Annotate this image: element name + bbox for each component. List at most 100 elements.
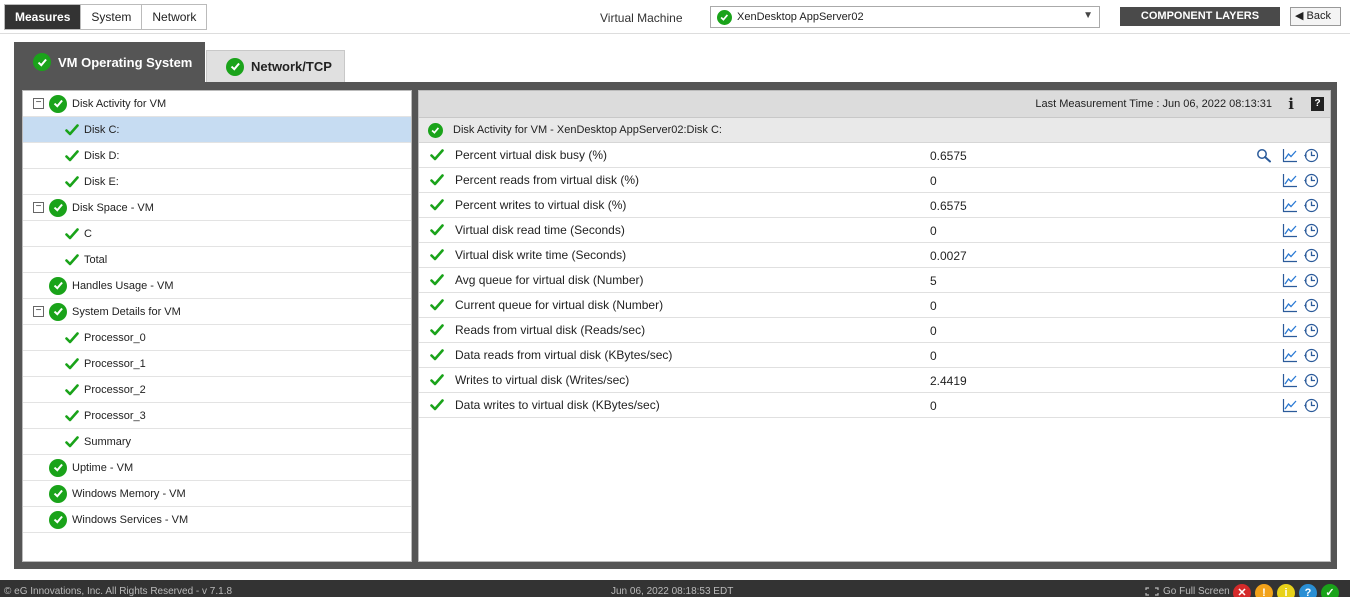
measure-row: Percent virtual disk busy (%) 0.6575 <box>419 143 1330 168</box>
tree-item-label: Disk Activity for VM <box>72 97 167 110</box>
tree-item-label: Summary <box>84 435 132 448</box>
alarm-indicators: ✕! i? ✓ <box>1233 584 1343 597</box>
tree-item[interactable]: − System Details for VM <box>23 299 411 325</box>
search-icon[interactable] <box>1256 148 1272 163</box>
tab-label: VM Operating System <box>58 54 193 70</box>
measure-value: 0 <box>930 174 937 188</box>
tree-item[interactable]: Uptime - VM <box>23 455 411 481</box>
check-icon <box>430 374 444 386</box>
alarm-icon[interactable]: ! <box>1255 584 1273 597</box>
check-icon <box>65 253 79 266</box>
graph-icon[interactable] <box>1282 323 1298 338</box>
check-icon <box>430 174 444 186</box>
component-layers-button[interactable]: COMPONENT LAYERS <box>1120 7 1280 26</box>
measure-row: Current queue for virtual disk (Number) 0 <box>419 293 1330 318</box>
graph-icon[interactable] <box>1282 348 1298 363</box>
tab-network-tcp[interactable]: Network/TCP <box>206 50 345 82</box>
footer: © eG Innovations, Inc. All Rights Reserv… <box>0 580 1350 597</box>
tree-item[interactable]: Processor_1 <box>23 351 411 377</box>
check-icon <box>430 199 444 211</box>
tree-item[interactable]: Handles Usage - VM <box>23 273 411 299</box>
measure-value: 5 <box>930 274 937 288</box>
info-icon[interactable]: i <box>1288 95 1294 113</box>
measure-list: Percent virtual disk busy (%) 0.6575 Perce… <box>419 143 1330 418</box>
measure-row: Percent reads from virtual disk (%) 0 <box>419 168 1330 193</box>
measure-panel: Last Measurement Time : Jun 06, 2022 08:… <box>418 90 1331 562</box>
back-button[interactable]: ◀ Back <box>1290 7 1341 26</box>
copyright: © eG Innovations, Inc. All Rights Reserv… <box>4 586 233 597</box>
check-icon <box>65 331 79 344</box>
measure-value: 0 <box>930 299 937 313</box>
nav-measures[interactable]: Measures <box>5 5 82 29</box>
tree-item[interactable]: Disk D: <box>23 143 411 169</box>
check-icon <box>65 435 79 448</box>
status-ok-icon <box>49 458 67 477</box>
tree-item[interactable]: Processor_3 <box>23 403 411 429</box>
measure-value: 0 <box>930 349 937 363</box>
help-icon[interactable]: ? <box>1311 97 1324 111</box>
tree-item[interactable]: Windows Services - VM <box>23 507 411 533</box>
back-arrow-icon: ◀ <box>1295 10 1304 22</box>
history-icon[interactable] <box>1303 323 1319 338</box>
measure-value: 2.4419 <box>930 374 967 388</box>
measure-name: Percent virtual disk busy (%) <box>455 148 608 162</box>
top-nav: Measures System Network <box>4 4 208 30</box>
alarm-icon[interactable]: ✕ <box>1233 584 1251 597</box>
measure-row: Writes to virtual disk (Writes/sec) 2.441… <box>419 368 1330 393</box>
history-icon[interactable] <box>1303 298 1319 313</box>
tree-item[interactable]: Disk C: <box>23 117 411 143</box>
graph-icon[interactable] <box>1282 173 1298 188</box>
tree-item[interactable]: Processor_0 <box>23 325 411 351</box>
alarm-icon[interactable]: ? <box>1299 584 1317 597</box>
tree-item[interactable]: Disk E: <box>23 169 411 195</box>
status-ok-icon <box>49 302 67 321</box>
tree-item[interactable]: Summary <box>23 429 411 455</box>
collapse-icon[interactable]: − <box>33 202 44 213</box>
tree-item[interactable]: Windows Memory - VM <box>23 481 411 507</box>
measure-value: 0 <box>930 399 937 413</box>
graph-icon[interactable] <box>1282 248 1298 263</box>
graph-icon[interactable] <box>1282 298 1298 313</box>
graph-icon[interactable] <box>1282 198 1298 213</box>
check-icon <box>430 249 444 261</box>
tab-vm-operating-system[interactable]: VM Operating System <box>14 42 205 82</box>
history-icon[interactable] <box>1303 148 1319 163</box>
status-ok-icon <box>49 484 67 503</box>
measure-row: Data reads from virtual disk (KBytes/sec… <box>419 343 1330 368</box>
measure-value: 0 <box>930 324 937 338</box>
tree-item[interactable]: − Disk Space - VM <box>23 195 411 221</box>
history-icon[interactable] <box>1303 248 1319 263</box>
graph-icon[interactable] <box>1282 373 1298 388</box>
tree-item[interactable]: Processor_2 <box>23 377 411 403</box>
check-icon <box>65 357 79 370</box>
nav-system[interactable]: System <box>81 5 143 29</box>
history-icon[interactable] <box>1303 373 1319 388</box>
collapse-icon[interactable]: − <box>33 306 44 317</box>
vm-select[interactable]: XenDesktop AppServer02 ▼ <box>710 6 1100 28</box>
history-icon[interactable] <box>1303 223 1319 238</box>
graph-icon[interactable] <box>1282 398 1298 413</box>
graph-icon[interactable] <box>1282 148 1298 163</box>
vm-label: Virtual Machine <box>600 11 683 25</box>
tree-item-label: Uptime - VM <box>72 461 134 474</box>
tree-item-label: Processor_2 <box>84 383 146 396</box>
history-icon[interactable] <box>1303 348 1319 363</box>
tree-item[interactable]: Total <box>23 247 411 273</box>
go-full-screen[interactable]: Go Full Screen <box>1145 586 1230 597</box>
tree-item[interactable]: − Disk Activity for VM <box>23 91 411 117</box>
history-icon[interactable] <box>1303 173 1319 188</box>
alarm-icon[interactable]: i <box>1277 584 1295 597</box>
fullscreen-icon <box>1145 587 1159 596</box>
graph-icon[interactable] <box>1282 223 1298 238</box>
history-icon[interactable] <box>1303 198 1319 213</box>
graph-icon[interactable] <box>1282 273 1298 288</box>
check-icon <box>65 175 79 188</box>
alarm-icon[interactable]: ✓ <box>1321 584 1339 597</box>
collapse-icon[interactable]: − <box>33 98 44 109</box>
tree-item[interactable]: C <box>23 221 411 247</box>
history-icon[interactable] <box>1303 273 1319 288</box>
history-icon[interactable] <box>1303 398 1319 413</box>
nav-network[interactable]: Network <box>142 5 207 29</box>
check-icon <box>430 349 444 361</box>
measure-row: Reads from virtual disk (Reads/sec) 0 <box>419 318 1330 343</box>
